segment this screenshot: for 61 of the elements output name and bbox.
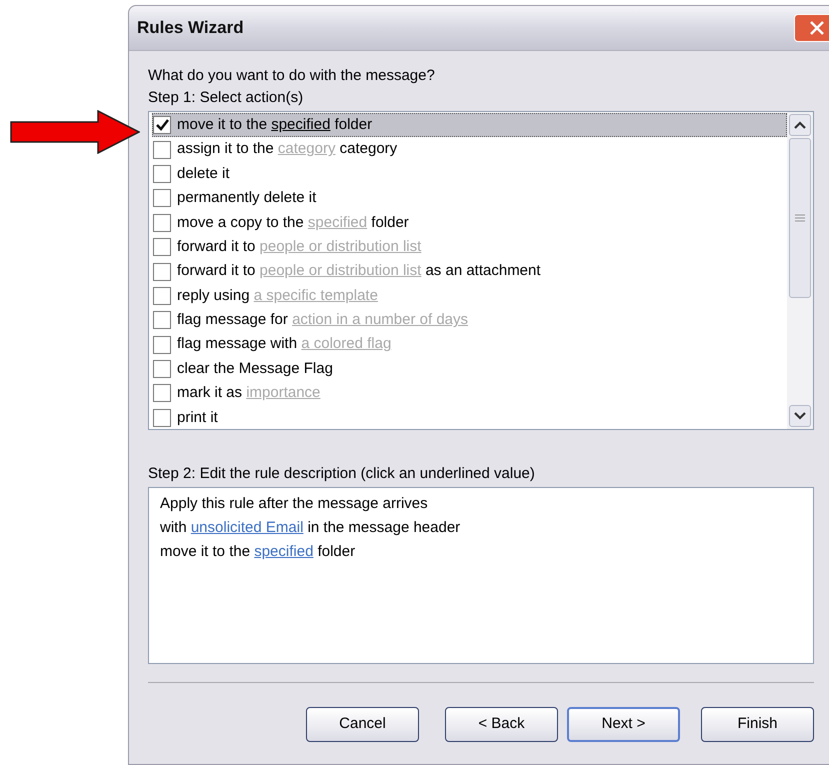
- checkbox[interactable]: [153, 384, 171, 402]
- grip-icon: [795, 214, 805, 222]
- action-item[interactable]: clear the Message Flag: [152, 356, 787, 382]
- action-text: forward it to people or distribution list as an attachment: [177, 261, 541, 282]
- action-item[interactable]: flag message for action in a number of days: [152, 308, 787, 333]
- action-item[interactable]: reply using a specific template: [152, 284, 787, 308]
- action-item[interactable]: mark it as importance: [152, 381, 787, 406]
- window-title: Rules Wizard: [137, 17, 244, 40]
- step-label: Step 1: Select action(s): [148, 88, 304, 108]
- checkbox[interactable]: [153, 140, 171, 159]
- wizard-button[interactable]: < Back: [445, 707, 558, 742]
- checkmark-icon: [156, 119, 168, 132]
- action-item[interactable]: permanently delete it: [152, 186, 787, 211]
- action-item[interactable]: assign it to the category category: [152, 137, 787, 162]
- action-text: move it to the specified folder: [177, 114, 372, 135]
- checkbox[interactable]: [153, 408, 171, 427]
- action-text: delete it: [177, 164, 230, 184]
- checkbox[interactable]: [153, 336, 171, 354]
- description-line: move it to the specified folder: [160, 542, 356, 562]
- arrow-icon: [10, 110, 140, 154]
- scroll-thumb[interactable]: [789, 138, 811, 298]
- scroll-down-button[interactable]: [789, 405, 811, 427]
- close-button[interactable]: [794, 14, 829, 42]
- description-line: Apply this rule after the message arrives: [160, 494, 429, 514]
- checkbox[interactable]: [153, 262, 171, 281]
- wizard-button[interactable]: Next >: [567, 707, 680, 742]
- action-text: flag message with a colored flag: [177, 334, 392, 354]
- description-line: with unsolicited Email in the message header: [160, 518, 462, 538]
- checkbox[interactable]: [153, 164, 171, 183]
- chevron-up-icon: [794, 121, 806, 129]
- action-text: flag message for action in a number of days: [177, 310, 468, 330]
- action-item[interactable]: flag message with a colored flag: [152, 332, 787, 357]
- close-icon: [810, 21, 824, 35]
- wizard-button[interactable]: Finish: [701, 707, 814, 742]
- wizard-button[interactable]: Cancel: [306, 707, 419, 742]
- action-item[interactable]: forward it to people or distribution list: [152, 234, 787, 260]
- checkbox[interactable]: [153, 360, 171, 378]
- action-text: reply using a specific template: [177, 286, 378, 306]
- action-text: forward it to people or distribution list: [177, 236, 422, 257]
- chevron-down-icon: [794, 412, 806, 420]
- action-text: mark it as importance: [177, 383, 320, 404]
- checkbox[interactable]: [153, 286, 171, 305]
- checkbox[interactable]: [153, 214, 171, 232]
- action-text: move a copy to the specified folder: [177, 212, 409, 233]
- action-item[interactable]: forward it to people or distribution list as an attachment: [152, 259, 787, 284]
- action-text: assign it to the category category: [177, 139, 398, 160]
- action-text: permanently delete it: [177, 188, 316, 208]
- checkbox[interactable]: [153, 311, 171, 330]
- checkbox[interactable]: [153, 116, 171, 134]
- action-text: clear the Message Flag: [177, 358, 333, 379]
- checkbox[interactable]: [153, 189, 171, 208]
- action-item[interactable]: print it: [152, 406, 787, 430]
- action-item[interactable]: move a copy to the specified folder: [152, 210, 787, 235]
- action-item[interactable]: delete it: [152, 162, 787, 186]
- prompt-text: What do you want to do with the message?: [148, 66, 436, 86]
- step-label: Step 2: Edit the rule description (click an underlined value): [148, 464, 536, 484]
- scrollbar[interactable]: [787, 112, 813, 429]
- checkbox[interactable]: [153, 238, 171, 256]
- action-text: print it: [177, 408, 218, 428]
- action-item[interactable]: move it to the specified folder: [152, 113, 787, 138]
- scroll-up-button[interactable]: [789, 114, 811, 136]
